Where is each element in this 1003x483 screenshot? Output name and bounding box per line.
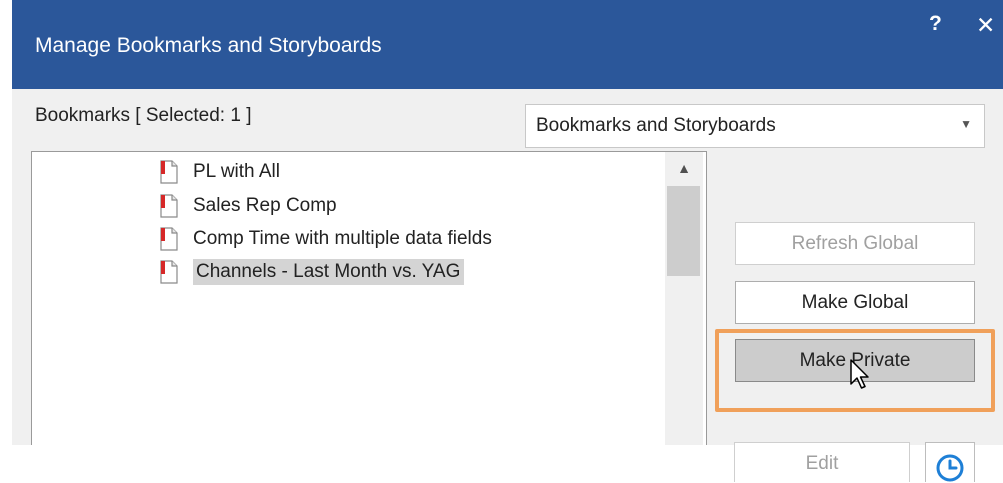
bookmarks-label: Bookmarks [ Selected: 1 ]: [35, 105, 252, 126]
list-item-label: Comp Time with multiple data fields: [193, 228, 492, 249]
edit-button[interactable]: Edit: [734, 442, 910, 482]
list-item-label: Sales Rep Comp: [193, 195, 337, 216]
dialog-body: Bookmarks [ Selected: 1 ] Bookmarks and …: [12, 89, 1003, 482]
window-title: Manage Bookmarks and Storyboards: [35, 34, 382, 57]
bookmark-document-icon: [158, 194, 180, 218]
bookmark-document-icon: [158, 227, 180, 251]
make-private-button[interactable]: Make Private: [735, 339, 975, 382]
bookmark-document-icon: [158, 260, 180, 284]
list-item-label: PL with All: [193, 161, 280, 182]
bookmark-list[interactable]: PL with All Sales Rep Comp Comp Time wit…: [31, 151, 707, 445]
scroll-up-arrow-icon[interactable]: ▲: [665, 152, 703, 184]
bookmark-document-icon: [158, 160, 180, 184]
refresh-global-button[interactable]: Refresh Global: [735, 222, 975, 265]
dropdown-selected-value: Bookmarks and Storyboards: [536, 115, 776, 136]
chevron-down-icon: ▼: [960, 117, 972, 131]
vertical-scrollbar[interactable]: ▲: [665, 152, 703, 445]
schedule-button[interactable]: [925, 442, 975, 482]
list-item[interactable]: Comp Time with multiple data fields: [158, 225, 496, 253]
help-button[interactable]: ?: [929, 12, 942, 36]
list-item-label: Channels - Last Month vs. YAG: [193, 259, 465, 285]
bookmark-type-dropdown[interactable]: Bookmarks and Storyboards ▼: [525, 104, 985, 148]
list-item[interactable]: PL with All: [158, 158, 284, 186]
list-item-selected[interactable]: Channels - Last Month vs. YAG: [158, 258, 465, 286]
list-item[interactable]: Sales Rep Comp: [158, 192, 341, 220]
make-global-button[interactable]: Make Global: [735, 281, 975, 324]
scroll-thumb[interactable]: [667, 186, 700, 276]
title-bar: Manage Bookmarks and Storyboards ? ✕: [12, 0, 1003, 89]
close-button[interactable]: ✕: [976, 12, 995, 39]
